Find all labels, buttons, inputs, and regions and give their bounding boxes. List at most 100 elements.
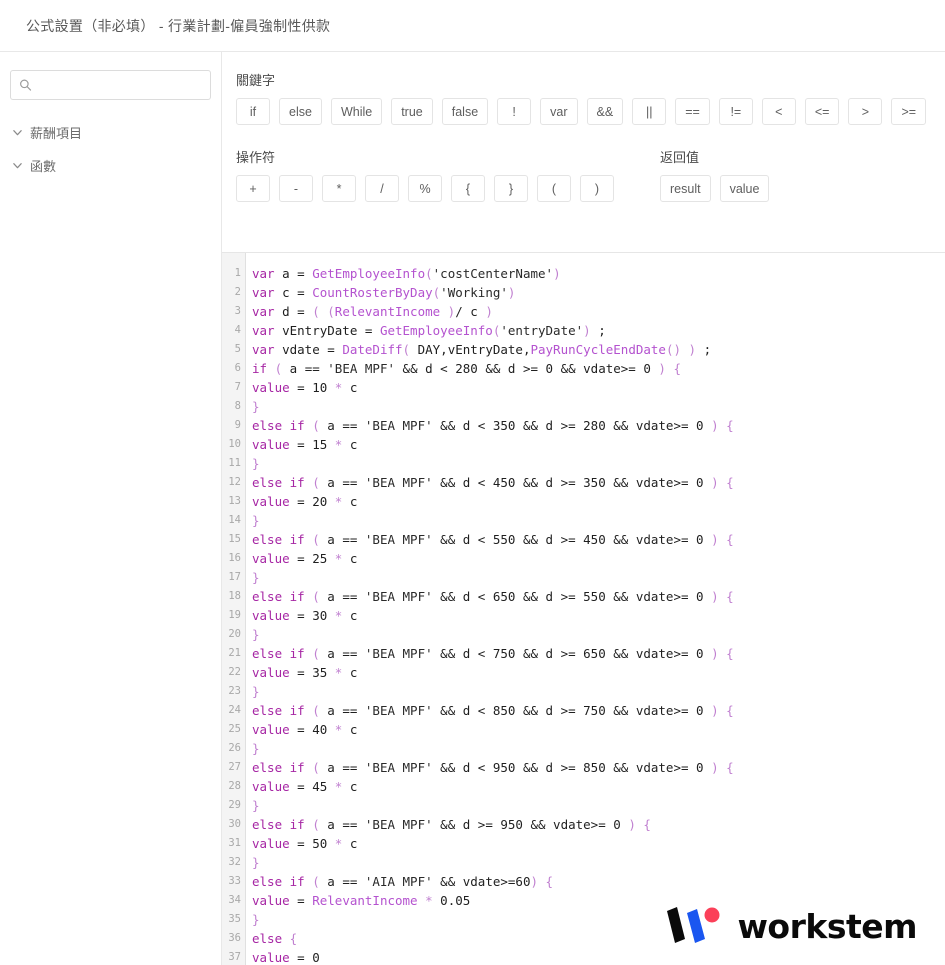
keyword-chip-4[interactable]: false <box>441 98 489 125</box>
editor-line-number: 24 <box>228 704 241 716</box>
keyword-chip-14[interactable]: >= <box>891 98 927 125</box>
code-token-op: ( <box>312 418 320 433</box>
code-token-ident <box>418 893 426 908</box>
code-token-ident: c <box>342 494 358 509</box>
keyword-chip-9[interactable]: == <box>675 98 710 125</box>
code-token-op: ) <box>485 304 493 319</box>
code-token-ident <box>282 931 290 946</box>
code-token-ident: DAY,vEntryDate, <box>410 342 531 357</box>
code-token-ident: = 0 <box>289 950 320 965</box>
code-token-kw: else if <box>252 475 305 490</box>
editor-code-line: } <box>252 682 945 701</box>
operator-chip-3[interactable]: / <box>365 175 399 202</box>
code-token-str: 'Working' <box>440 285 508 300</box>
code-token-fn: RelevantIncome <box>334 304 441 319</box>
editor-line-number: 17 <box>228 571 241 583</box>
editor-code-line: else if ( a == 'BEA MPF' && d < 750 && d… <box>252 644 945 663</box>
editor-line-number: 2 <box>234 286 241 298</box>
editor-code-area[interactable]: var a = GetEmployeeInfo('costCenterName'… <box>246 253 945 965</box>
sidebar-item-salary-items[interactable]: 薪酬項目 <box>10 116 211 149</box>
code-token-ident: = 30 <box>289 608 335 623</box>
code-token-kw: var <box>252 266 275 281</box>
search-icon <box>20 79 32 91</box>
code-token-op: } <box>252 627 260 642</box>
code-token-ident: && d < 280 && d >= 0 && vdate>= 0 <box>395 361 659 376</box>
editor-code-line: var d = ( (RelevantIncome )/ c ) <box>252 302 945 321</box>
code-token-kw: value <box>252 380 290 395</box>
keyword-chip-3[interactable]: true <box>391 98 433 125</box>
editor-line-number: 1 <box>234 267 241 279</box>
code-token-ident: && d >= 950 && vdate>= 0 <box>432 817 629 832</box>
code-token-op: ) <box>440 304 456 319</box>
return-chip-1[interactable]: value <box>719 175 770 202</box>
operator-chip-2[interactable]: * <box>322 175 356 202</box>
code-token-ident: && vdate>=60 <box>432 874 531 889</box>
editor-line-number: 23 <box>228 685 241 697</box>
keywords-section-title: 關鍵字 <box>236 73 276 88</box>
keyword-chip-13[interactable]: > <box>848 98 883 125</box>
page-title: 公式設置（非必填） - 行業計劃-僱員強制性供款 <box>26 17 331 34</box>
editor-code-line: } <box>252 454 945 473</box>
editor-code-line: } <box>252 625 945 644</box>
code-token-str: 'entryDate' <box>500 323 584 338</box>
operator-chip-8[interactable]: ) <box>580 175 614 202</box>
code-token-ident: c <box>342 380 358 395</box>
operator-chip-1[interactable]: - <box>279 175 313 202</box>
code-token-ident: a = <box>274 266 313 281</box>
operator-chip-7[interactable]: ( <box>537 175 571 202</box>
operator-chip-5[interactable]: { <box>451 175 485 202</box>
editor-code-line: var vEntryDate = GetEmployeeInfo('entryD… <box>252 321 945 340</box>
code-token-ident: a == <box>319 817 365 832</box>
sidebar-item-functions[interactable]: 函數 <box>10 149 211 182</box>
editor-line-number: 30 <box>228 818 241 830</box>
editor-line-number: 14 <box>228 514 241 526</box>
keyword-chip-8[interactable]: || <box>632 98 667 125</box>
code-token-kw: else if <box>252 874 305 889</box>
keyword-chip-10[interactable]: != <box>718 98 753 125</box>
keyword-chip-11[interactable]: < <box>761 98 796 125</box>
chevron-down-icon <box>13 163 22 169</box>
keyword-chip-12[interactable]: <= <box>804 98 840 125</box>
code-token-op: ) { <box>711 589 734 604</box>
editor-line-number-gutter: 1 2 3 4 5 6 7 8 9 10 11 12 13 14 15 16 17 18 19 20 21 22 23 24 2… <box>222 253 246 965</box>
code-token-kw: value <box>252 494 290 509</box>
editor-code-line: value = 20 * c <box>252 492 945 511</box>
keyword-chip-1[interactable]: else <box>279 98 322 125</box>
keyword-chip-2[interactable]: While <box>330 98 383 125</box>
code-token-kw: value <box>252 665 290 680</box>
editor-code-line: else if ( a == 'BEA MPF' && d < 450 && d… <box>252 473 945 492</box>
return-chip-0[interactable]: result <box>660 175 711 202</box>
editor-line-number: 4 <box>234 324 241 336</box>
keyword-chip-5[interactable]: ! <box>497 98 532 125</box>
code-token-ident: = 40 <box>289 722 335 737</box>
editor-code-line: value = 50 * c <box>252 834 945 853</box>
editor-line-number: 22 <box>228 666 241 678</box>
editor-code-line: value = 10 * c <box>252 378 945 397</box>
editor-line-number: 35 <box>228 913 241 925</box>
operator-chip-4[interactable]: % <box>408 175 442 202</box>
formula-code-editor[interactable]: 1 2 3 4 5 6 7 8 9 10 11 12 13 14 15 16 17 18 19 20 21 22 23 24 2… <box>222 252 945 965</box>
code-token-op: ( ( <box>312 304 335 319</box>
keyword-chip-0[interactable]: if <box>236 98 270 125</box>
operator-chip-0[interactable]: + <box>236 175 270 202</box>
editor-line-number: 36 <box>228 932 241 944</box>
code-token-ident: c = <box>274 285 313 300</box>
code-token-kw: if <box>252 361 268 376</box>
sidebar: 薪酬項目 函數 <box>0 52 222 965</box>
keyword-chip-7[interactable]: && <box>586 98 624 125</box>
code-token-op: * <box>425 893 433 908</box>
sidebar-item-label: 薪酬項目 <box>30 126 83 141</box>
code-token-ident: = 45 <box>289 779 335 794</box>
code-token-ident: a == <box>319 646 365 661</box>
code-token-op: ) { <box>711 418 734 433</box>
search-input[interactable] <box>10 70 211 100</box>
operators-section-title: 操作符 <box>236 150 276 165</box>
keyword-chip-6[interactable]: var <box>540 98 578 125</box>
code-token-fn: CountRosterByDay <box>312 285 433 300</box>
code-token-ident: a == <box>282 361 328 376</box>
code-token-op: } <box>252 456 260 471</box>
operator-chip-6[interactable]: } <box>494 175 528 202</box>
operators-returns-row: 操作符 + - * /% {} () 返回值 result value <box>236 143 945 202</box>
editor-code-line: if ( a == 'BEA MPF' && d < 280 && d >= 0… <box>252 359 945 378</box>
editor-line-number: 8 <box>234 400 241 412</box>
